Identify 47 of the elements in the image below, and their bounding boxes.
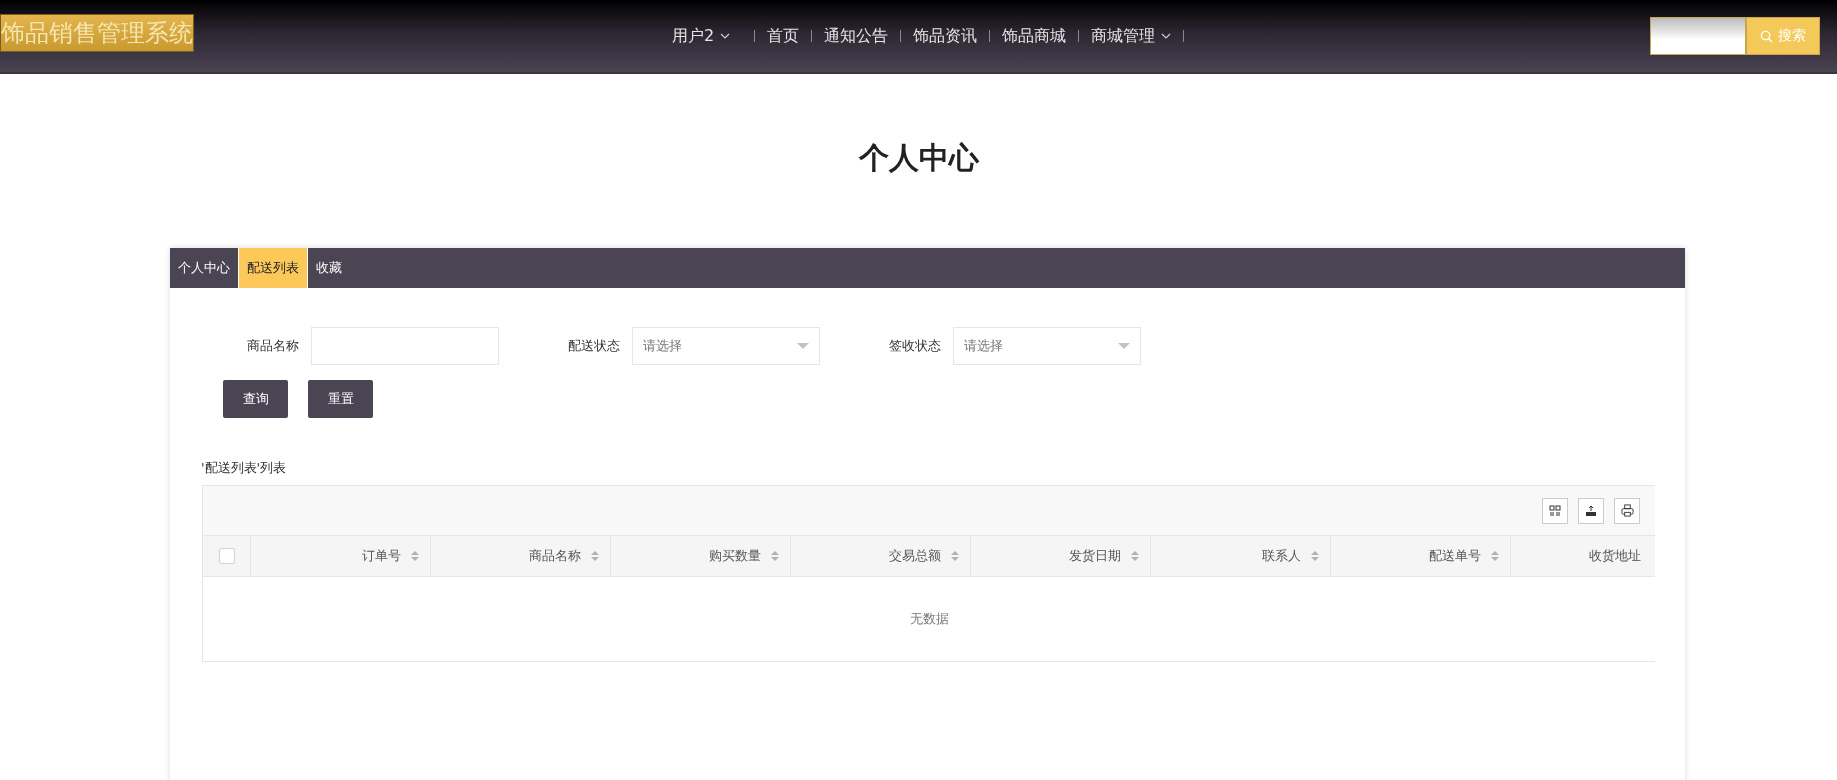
field-label: 签收状态 (888, 337, 941, 355)
column-header[interactable]: 发货日期 (971, 536, 1151, 576)
column-header[interactable]: 商品名称 (431, 536, 611, 576)
column-header[interactable]: 订单号 (251, 536, 431, 576)
column-header[interactable]: 配送单号 (1331, 536, 1511, 576)
select-field[interactable]: 请选择 (953, 327, 1141, 365)
sort-icon (411, 550, 419, 562)
columns-button[interactable] (1542, 497, 1568, 524)
checkbox[interactable] (218, 548, 235, 564)
tab[interactable]: 配送列表 (239, 248, 308, 288)
nav-link[interactable]: 用户2 (672, 25, 731, 47)
sort-icon (1491, 550, 1499, 562)
grid-icon (1549, 504, 1561, 517)
input-field[interactable] (311, 327, 499, 365)
field-label: 商品名称 (246, 337, 299, 355)
action-button[interactable]: 查询 (223, 380, 288, 418)
caret-down-icon (797, 343, 809, 349)
print-button[interactable] (1614, 497, 1640, 524)
sort-icon (1311, 550, 1319, 562)
column-header[interactable]: 购买数量 (611, 536, 791, 576)
action-button[interactable]: 重置 (308, 380, 373, 418)
column-header[interactable]: 收货地址 (1511, 536, 1655, 576)
nav-link[interactable]: 商城管理 (1091, 25, 1172, 47)
export-button[interactable] (1578, 497, 1604, 524)
column-header[interactable]: 联系人 (1151, 536, 1331, 576)
column-header[interactable]: 交易总额 (791, 536, 971, 576)
chevron-down-icon (1161, 33, 1172, 39)
caret-down-icon (1118, 343, 1130, 349)
empty-message: 无数据 (909, 610, 950, 628)
sort-icon (771, 550, 779, 562)
field-label: 配送状态 (567, 337, 620, 355)
sort-icon (951, 550, 959, 562)
select-field[interactable]: 请选择 (632, 327, 820, 365)
nav-link[interactable]: 饰品商城 (1002, 25, 1067, 47)
search-icon (1760, 29, 1773, 43)
chevron-down-icon (720, 33, 731, 39)
sort-icon (1131, 550, 1139, 562)
print-icon (1620, 504, 1634, 517)
export-icon (1585, 504, 1597, 517)
table-caption: '配送列表'列表 (201, 459, 288, 477)
search-field[interactable] (1650, 17, 1746, 55)
sort-icon (591, 550, 599, 562)
tab[interactable]: 收藏 (308, 248, 350, 288)
nav-link[interactable]: 通知公告 (824, 25, 889, 47)
nav-link[interactable]: 首页 (767, 25, 800, 47)
nav-link[interactable]: 饰品资讯 (913, 25, 978, 47)
page-title: 个人中心 (857, 139, 980, 177)
